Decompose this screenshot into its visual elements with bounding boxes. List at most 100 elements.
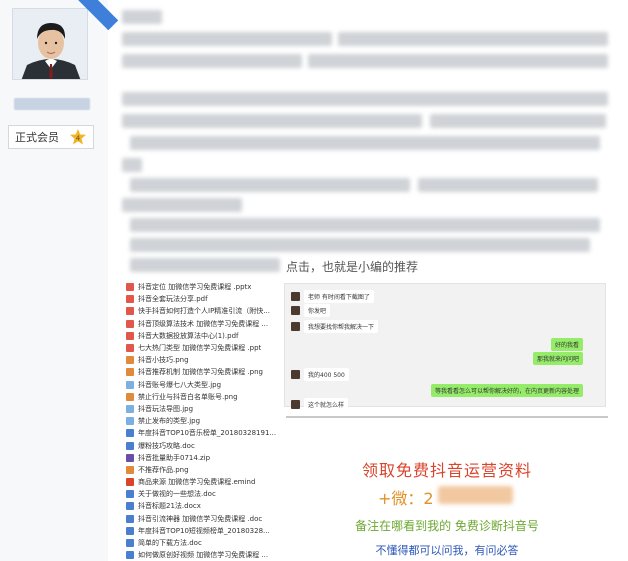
avatar[interactable]	[12, 8, 88, 80]
file-item[interactable]: 禁止行业与抖音白名单账号.png	[126, 391, 276, 403]
file-name: 七大热门类型 加微信学习免费课程 .ppt	[138, 344, 262, 353]
chat-bubble: 好的我看	[550, 338, 583, 351]
chat-message: 老师 有时间看下截图了	[291, 290, 374, 303]
file-name: 年度抖音TOP10音乐榜单_20180328191...	[138, 429, 276, 438]
chat-message: 这个就怎么样	[291, 398, 349, 411]
chat-bubble: 我的400 500	[304, 368, 349, 381]
file-item[interactable]: 年度抖音TOP10短视频榜单_20180328...	[126, 525, 276, 537]
file-name: 如何做原创好视频 加微信学习免费课程 ...	[138, 551, 269, 560]
file-item[interactable]: 七大热门类型 加微信学习免费课程 .ppt	[126, 342, 276, 354]
username-blurred[interactable]	[14, 98, 90, 110]
promo-note: 备注在哪看到我的 免费诊断抖音号	[355, 519, 539, 533]
file-item[interactable]: 禁止发布的类型.jpg	[126, 415, 276, 427]
file-name: 抖音引流神器 加微信学习免费课程 .doc	[138, 514, 263, 523]
chat-message: 你发吧	[291, 304, 331, 317]
chat-avatar-icon	[291, 370, 300, 379]
file-item[interactable]: 抖音推荐机制 加微信学习免费课程 .png	[126, 366, 276, 378]
chat-message: 那我就来问问吧	[532, 352, 587, 365]
file-type-icon	[126, 368, 134, 377]
file-type-icon	[126, 502, 134, 511]
file-list: 抖音定位 加微信学习免费课程 .pptx 抖音全套玩法分享.pdf 快手抖音如何打造…	[126, 281, 276, 561]
file-item[interactable]: 抖音定位 加微信学习免费课程 .pptx	[126, 281, 276, 293]
file-item[interactable]: 爆粉技巧攻略.doc	[126, 439, 276, 451]
file-type-icon	[126, 551, 134, 560]
file-name: 关于做视的一些想法.doc	[138, 490, 216, 499]
file-item[interactable]: 简单的下载方法.doc	[126, 537, 276, 549]
file-type-icon	[126, 392, 134, 401]
chat-bubble: 老师 有时间看下截图了	[304, 290, 374, 303]
file-name: 禁止发布的类型.jpg	[138, 417, 201, 426]
file-name: 抖音大数据投放算法中心(1).pdf	[138, 331, 239, 340]
member-label: 正式会员	[15, 131, 59, 144]
file-type-icon	[126, 356, 134, 365]
chat-avatar-icon	[291, 306, 300, 315]
file-item[interactable]: 抖音批量助手0714.zip	[126, 452, 276, 464]
file-type-icon	[126, 417, 134, 426]
file-type-icon	[126, 429, 134, 438]
file-name: 简单的下载方法.doc	[138, 539, 202, 548]
file-name: 抖音推荐机制 加微信学习免费课程 .png	[138, 368, 263, 377]
article-body-blurred: 点击，也就是小编的推荐	[118, 6, 618, 276]
chat-avatar-icon	[291, 400, 300, 409]
file-name: 抖音账号爆七八大类型.jpg	[138, 380, 222, 389]
chat-bubble: 等我看看怎么可以帮你解决好的，在内页更新内容处理	[430, 384, 583, 397]
file-type-icon	[126, 514, 134, 523]
file-item[interactable]: 快手抖音如何打造个人IP精准引流（附快...	[126, 305, 276, 317]
file-type-icon	[126, 404, 134, 413]
chat-message: 我想要找你帮我解决一下	[291, 320, 379, 333]
chat-avatar-icon	[291, 322, 300, 331]
file-item[interactable]: 抖音小技巧.png	[126, 354, 276, 366]
promo-card: 领取免费抖音运营资料 +微：2 备注在哪看到我的 免费诊断抖音号 不懂得都可以问…	[286, 416, 608, 561]
file-type-icon	[126, 441, 134, 450]
file-name: 抖音批量助手0714.zip	[138, 453, 211, 462]
promo-note-secondary: 不懂得都可以问我，有问必答	[375, 544, 519, 557]
file-name: 商品来源 加微信学习免费课程.emind	[138, 478, 256, 487]
file-name: 快手抖音如何打造个人IP精准引流（附快...	[138, 307, 270, 316]
file-item[interactable]: 商品来源 加微信学习免费课程.emind	[126, 476, 276, 488]
chat-message: 等我看看怎么可以帮你解决好的，在内页更新内容处理	[430, 384, 587, 397]
chat-screenshot: 老师 有时间看下截图了 你发吧我想要找你帮我解决一下好的我看 那我就来问问吧我的40…	[284, 283, 606, 411]
file-name: 禁止行业与抖音白名单账号.png	[138, 392, 238, 401]
file-item[interactable]: 年度抖音TOP10音乐榜单_20180328191...	[126, 427, 276, 439]
file-name: 抖音定位 加微信学习免费课程 .pptx	[138, 283, 252, 292]
chat-avatar-icon	[291, 292, 300, 301]
promo-wechat-blurred	[438, 486, 513, 504]
chat-bubble: 那我就来问问吧	[532, 352, 583, 365]
file-type-icon	[126, 307, 134, 316]
file-item[interactable]: 关于做视的一些想法.doc	[126, 488, 276, 500]
file-item[interactable]: 抖音账号爆七八大类型.jpg	[126, 379, 276, 391]
file-type-icon	[126, 295, 134, 304]
file-name: 抖音标题21法.docx	[138, 502, 201, 511]
promo-wechat: +微：2	[378, 489, 434, 508]
file-item[interactable]: 抖音大数据投放算法中心(1).pdf	[126, 330, 276, 342]
level-star-icon: 4	[69, 128, 87, 146]
chat-bubble: 我想要找你帮我解决一下	[304, 320, 379, 333]
author-sidebar: 正式会员 4	[0, 0, 119, 561]
file-item[interactable]: 抖音标题21法.docx	[126, 500, 276, 512]
chat-bubble: 你发吧	[304, 304, 331, 317]
file-type-icon	[126, 319, 134, 328]
chat-bubble: 这个就怎么样	[304, 398, 349, 411]
chat-message: 我的400 500	[291, 368, 349, 381]
file-type-icon	[126, 465, 134, 474]
file-item[interactable]: 抖音全套玩法分享.pdf	[126, 293, 276, 305]
file-type-icon	[126, 283, 134, 292]
file-item[interactable]: 抖音玩法导图.jpg	[126, 403, 276, 415]
file-item[interactable]: 如何做原创好视频 加微信学习免费课程 ...	[126, 549, 276, 561]
level-number: 4	[76, 134, 81, 142]
file-type-icon	[126, 331, 134, 340]
article-fragment: 点击，也就是小编的推荐	[286, 260, 419, 274]
member-badge: 正式会员 4	[8, 125, 94, 149]
file-name: 不推荐作品.png	[138, 465, 189, 474]
file-item[interactable]: 抖音顶级算法技术 加微信学习免费课程 ...	[126, 318, 276, 330]
file-type-icon	[126, 490, 134, 499]
file-name: 年度抖音TOP10短视频榜单_20180328...	[138, 526, 270, 535]
file-name: 抖音全套玩法分享.pdf	[138, 295, 208, 304]
file-type-icon	[126, 526, 134, 535]
file-name: 抖音玩法导图.jpg	[138, 404, 194, 413]
file-type-icon	[126, 539, 134, 548]
file-item[interactable]: 抖音引流神器 加微信学习免费课程 .doc	[126, 513, 276, 525]
file-item[interactable]: 不推荐作品.png	[126, 464, 276, 476]
avatar-portrait	[13, 9, 87, 79]
file-type-icon	[126, 380, 134, 389]
